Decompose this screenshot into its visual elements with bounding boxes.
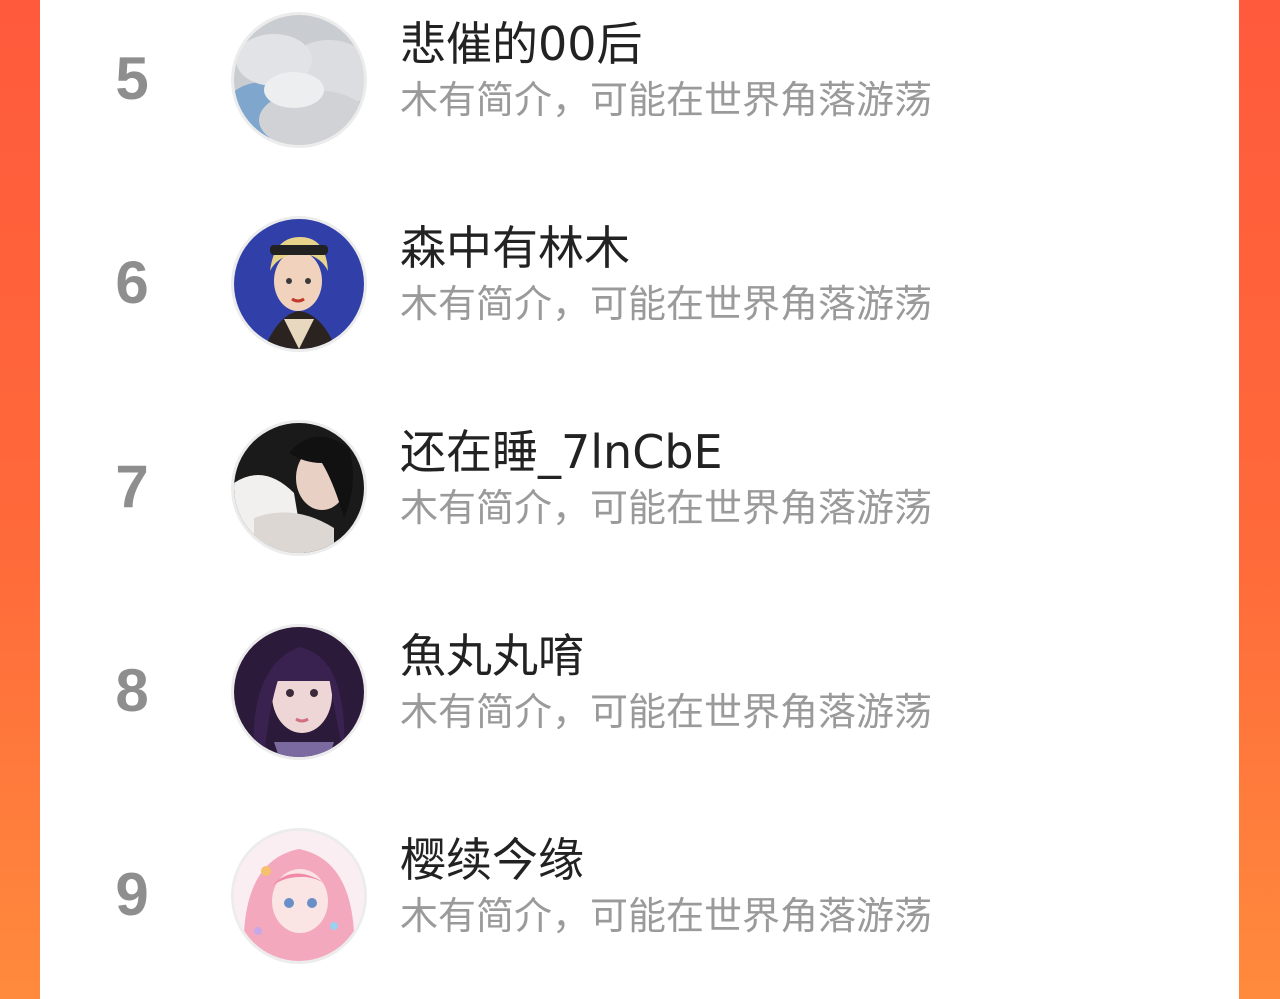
list-item[interactable]: 9 樱续今缘 木有简介，可能在世界角落游荡	[40, 818, 1239, 968]
user-description: 木有简介，可能在世界角落游荡	[400, 894, 933, 938]
list-item[interactable]: 7 还在睡_7lnCbE 木有简介，可能在世界角落游荡	[40, 410, 1239, 560]
dark-hair-girl-avatar	[234, 423, 364, 553]
user-description: 木有简介，可能在世界角落游荡	[400, 282, 933, 326]
user-name[interactable]: 还在睡_7lnCbE	[400, 424, 723, 480]
rank-number: 8	[115, 657, 149, 724]
avatar[interactable]	[231, 216, 367, 352]
avatar[interactable]	[231, 12, 367, 148]
user-description: 木有简介，可能在世界角落游荡	[400, 690, 933, 734]
illustrated-girl-avatar	[234, 219, 364, 349]
user-name[interactable]: 魚丸丸唷	[400, 628, 584, 684]
list-item[interactable]: 6 森中有林木 木有简介，可能在世界角落游荡	[40, 206, 1239, 356]
rank-number: 6	[115, 249, 149, 316]
purple-hair-girl-avatar	[234, 627, 364, 757]
ranking-list: 5 悲催的00后 木有简介，可能在世界角落游荡 6 森中有林木 木有简介，可能在…	[40, 0, 1239, 999]
rank-number: 9	[115, 861, 149, 928]
user-name[interactable]: 悲催的00后	[400, 16, 643, 72]
rank-number: 5	[115, 45, 149, 112]
user-description: 木有简介，可能在世界角落游荡	[400, 486, 933, 530]
rank-number: 7	[115, 453, 149, 520]
user-name[interactable]: 森中有林木	[400, 220, 630, 276]
pink-anime-girl-avatar	[234, 831, 364, 961]
list-item[interactable]: 8 魚丸丸唷 木有简介，可能在世界角落游荡	[40, 614, 1239, 764]
avatar[interactable]	[231, 420, 367, 556]
sky-clouds-avatar	[234, 15, 364, 145]
user-name[interactable]: 樱续今缘	[400, 832, 584, 888]
user-description: 木有简介，可能在世界角落游荡	[400, 78, 933, 122]
avatar[interactable]	[231, 624, 367, 760]
list-item[interactable]: 5 悲催的00后 木有简介，可能在世界角落游荡	[40, 2, 1239, 152]
avatar[interactable]	[231, 828, 367, 964]
